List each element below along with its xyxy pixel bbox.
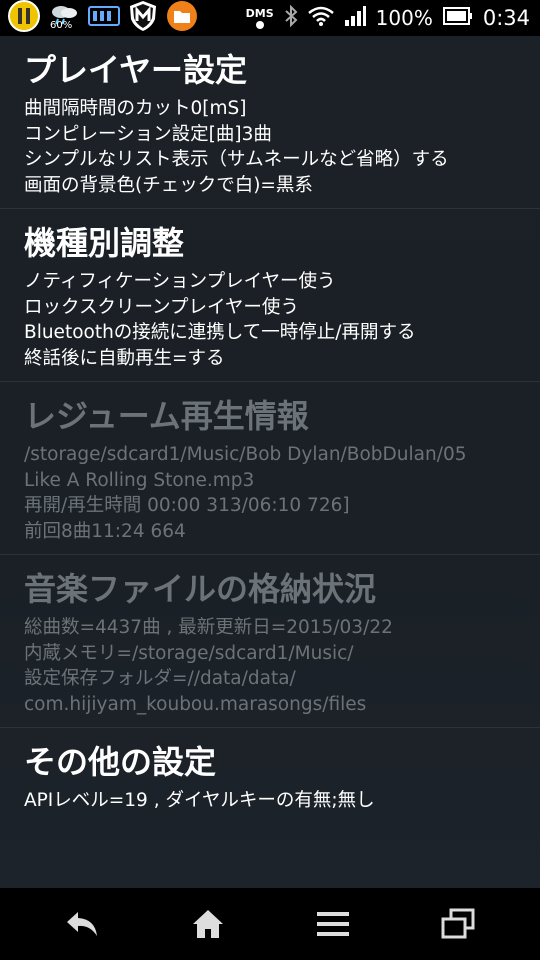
menu-icon[interactable] [313, 906, 353, 942]
info-line: 総曲数=4437曲 , 最新更新日=2015/03/22 [24, 617, 393, 638]
setting-line: 画面の背景色(チェックで白)=黒系 [24, 174, 313, 196]
section-title: プレイヤー設定 [24, 51, 248, 89]
clock-time: 0:34 [482, 6, 530, 30]
pause-notification-icon[interactable] [8, 0, 40, 36]
back-icon[interactable] [62, 906, 102, 942]
settings-content: プレイヤー設定 曲間隔時間のカット0[mS] コンピレーション設定[曲]3曲 シ… [0, 36, 540, 888]
battery-percent: 100% [375, 6, 433, 30]
setting-line: APIレベル=19 , ダイヤルキーの有無;無し [24, 790, 375, 811]
info-line: 設定保存フォルダ=//data/data/ [24, 668, 296, 689]
wifi-icon [307, 6, 334, 30]
storage-icon[interactable] [88, 4, 120, 32]
setting-line: シンプルなリスト表示（サムネールなど省略）する [24, 149, 449, 170]
setting-line: 曲間隔時間のカット0[mS] [24, 98, 247, 119]
section-title: 機種別調整 [24, 224, 185, 262]
section-player-settings[interactable]: プレイヤー設定 曲間隔時間のカット0[mS] コンピレーション設定[曲]3曲 シ… [0, 36, 540, 209]
setting-line: 終話後に自動再生=する [24, 347, 225, 369]
info-line: 再開/再生時間 00:00 313/06:10 726] [24, 495, 350, 516]
section-resume-info: レジューム再生情報 /storage/sdcard1/Music/Bob Dyl… [0, 382, 540, 555]
dms-indicator: DMS [246, 8, 274, 29]
recent-apps-icon[interactable] [438, 906, 478, 942]
weather-percent-text: 60% [50, 20, 73, 31]
info-line: /storage/sdcard1/Music/Bob Dylan/BobDula… [24, 444, 467, 465]
info-line: 前回8曲11:24 664 [24, 520, 186, 542]
setting-line: ロックスクリーンプレイヤー使う [24, 296, 299, 318]
info-line: 内蔵メモリ=/storage/sdcard1/Music/ [24, 642, 354, 664]
section-title: レジューム再生情報 [24, 397, 309, 435]
section-music-file-status: 音楽ファイルの格納状況 総曲数=4437曲 , 最新更新日=2015/03/22… [0, 555, 540, 728]
bluetooth-icon [284, 4, 298, 31]
section-title: その他の設定 [24, 743, 217, 781]
setting-line: Bluetoothの接続に連携して一時停止/再開する [24, 322, 416, 343]
folder-app-icon[interactable] [166, 0, 198, 36]
setting-line: ノティフィケーションプレイヤー使う [24, 271, 336, 292]
section-device-adjustment[interactable]: 機種別調整 ノティフィケーションプレイヤー使う ロックスクリーンプレイヤー使う … [0, 209, 540, 382]
status-bar: 60% DMS 100% 0:34 [0, 0, 540, 36]
setting-line: コンピレーション設定[曲]3曲 [24, 123, 272, 145]
navigation-bar [0, 888, 540, 960]
weather-icon[interactable]: 60% [48, 2, 80, 34]
home-icon[interactable] [188, 906, 228, 942]
section-title: 音楽ファイルの格納状況 [24, 570, 377, 608]
dms-label: DMS [245, 6, 274, 20]
shield-m-icon[interactable] [128, 0, 158, 36]
info-line: Like A Rolling Stone.mp3 [24, 469, 255, 491]
info-line: com.hijiyam_koubou.marasongs/files [24, 693, 367, 715]
battery-icon [442, 7, 473, 29]
section-other-settings[interactable]: その他の設定 APIレベル=19 , ダイヤルキーの有無;無し [0, 728, 540, 824]
signal-icon [344, 6, 366, 30]
